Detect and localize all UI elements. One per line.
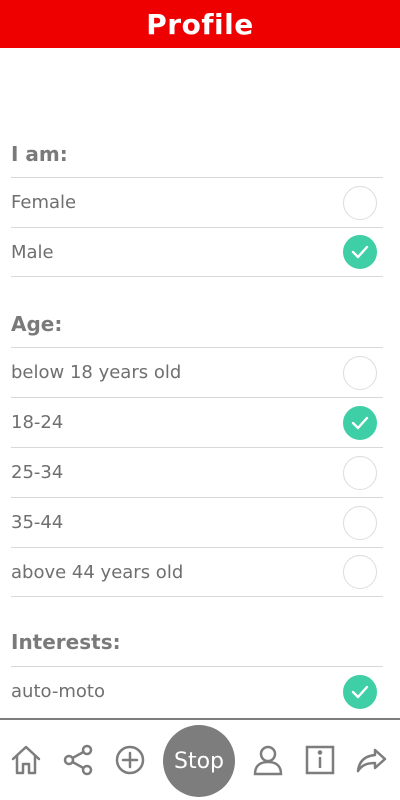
page-title: Profile xyxy=(146,7,254,41)
option-label: 25-34 xyxy=(11,462,64,483)
radio-checked[interactable] xyxy=(343,405,377,440)
checkmark-icon xyxy=(351,416,369,429)
option-row-35-44[interactable]: 35-44 xyxy=(11,497,383,547)
option-label: Male xyxy=(11,241,54,263)
stop-button-label: Stop xyxy=(173,748,224,774)
section-title-gender: I am: xyxy=(11,142,68,166)
section-title-age: Age: xyxy=(11,312,63,336)
share-icon[interactable] xyxy=(58,740,98,780)
radio-unchecked[interactable] xyxy=(343,555,377,589)
option-label: below 18 years old xyxy=(11,362,182,383)
bottom-navbar: Stop xyxy=(0,720,400,800)
option-row-auto-moto[interactable]: auto-moto xyxy=(11,666,383,716)
option-label: Female xyxy=(11,192,77,213)
radio-unchecked[interactable] xyxy=(343,185,377,220)
profile-icon[interactable] xyxy=(248,740,288,780)
option-row-above-44[interactable]: above 44 years old xyxy=(11,547,383,597)
radio-unchecked[interactable] xyxy=(343,505,377,540)
option-label: auto-moto xyxy=(11,681,105,702)
option-label: 18-24 xyxy=(11,412,64,433)
option-row-25-34[interactable]: 25-34 xyxy=(11,447,383,497)
option-row-below-18[interactable]: below 18 years old xyxy=(11,347,383,397)
option-label: 35-44 xyxy=(11,512,64,533)
forward-icon[interactable] xyxy=(352,740,392,780)
radio-checked[interactable] xyxy=(343,235,377,269)
radio-unchecked[interactable] xyxy=(343,355,377,390)
radio-unchecked[interactable] xyxy=(343,455,377,490)
section-title-interests: Interests: xyxy=(11,630,121,654)
info-icon[interactable] xyxy=(300,740,340,780)
header-bar: Profile xyxy=(0,0,400,48)
option-row-male[interactable]: Male xyxy=(11,227,383,277)
option-label: above 44 years old xyxy=(11,561,184,583)
stop-button[interactable]: Stop xyxy=(163,725,235,797)
checkmark-icon xyxy=(351,685,369,698)
checkmark-icon xyxy=(351,245,369,259)
checkbox-checked[interactable] xyxy=(343,674,377,709)
add-icon[interactable] xyxy=(110,740,150,780)
home-icon[interactable] xyxy=(6,740,46,780)
option-row-female[interactable]: Female xyxy=(11,177,383,227)
profile-content: I am: Female Male Age: below 18 years ol… xyxy=(0,48,400,718)
option-row-18-24[interactable]: 18-24 xyxy=(11,397,383,447)
